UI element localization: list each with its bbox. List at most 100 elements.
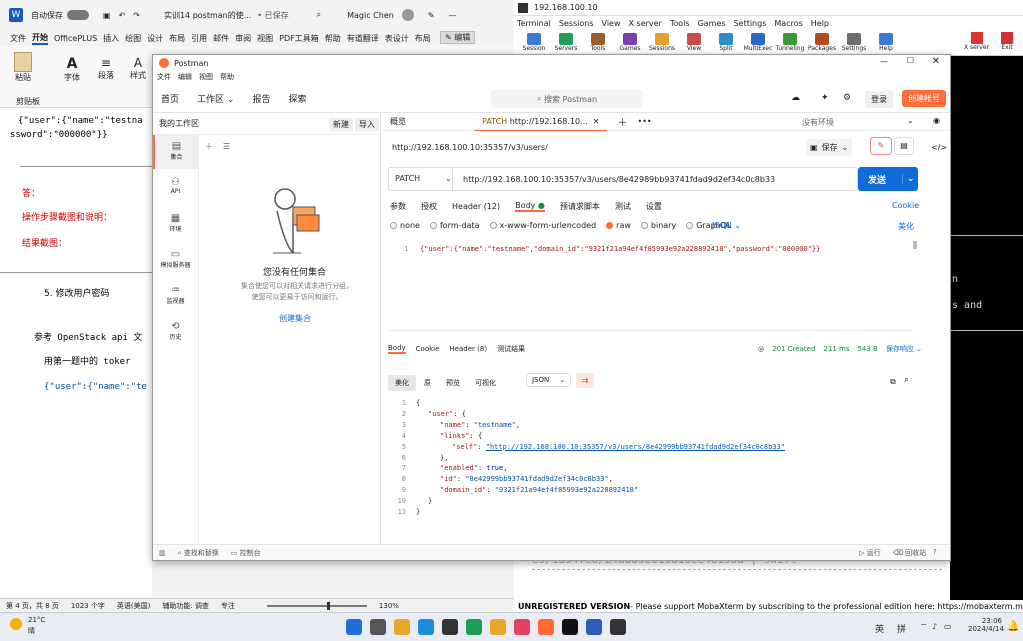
moba-menu-item[interactable]: Games — [698, 19, 726, 28]
login-button[interactable]: 登录 — [865, 91, 893, 108]
paragraph-group[interactable]: ≡ 段落 — [98, 56, 114, 81]
gear-icon[interactable]: ⚙ — [843, 93, 851, 103]
ribbon-tab[interactable]: 邮件 — [213, 33, 229, 44]
req-tab[interactable]: 测试 — [615, 201, 631, 212]
ribbon-tab[interactable]: 审阅 — [235, 33, 251, 44]
font-group[interactable]: A 字体 — [64, 56, 80, 83]
sidebar-item[interactable]: ▤ 集合 — [153, 135, 198, 169]
console-button[interactable]: ▭ 控制台 — [231, 548, 261, 558]
more-tabs-icon[interactable]: ••• — [637, 117, 651, 126]
wrap-icon[interactable]: ⇉ — [576, 373, 594, 388]
moba-menu-item[interactable]: Tools — [670, 19, 690, 28]
app-icon[interactable] — [514, 619, 530, 635]
req-tab[interactable]: 参数 — [390, 201, 406, 212]
edit-mode-button[interactable]: ✎ 编辑 — [440, 31, 476, 44]
moba-menu-item[interactable]: Macros — [774, 19, 802, 28]
word-document[interactable]: {"user":{"name":"testna ssword":"000000"}… — [0, 108, 152, 598]
sidebar-item[interactable]: ⚇ API — [153, 171, 198, 205]
moba-tool-button[interactable]: View — [678, 33, 710, 52]
maximize-icon[interactable]: ☐ — [907, 56, 914, 65]
language[interactable]: 英语(美国) — [117, 601, 150, 611]
search-icon[interactable]: ⌕ — [317, 10, 321, 20]
req-tab[interactable]: 预请求脚本 — [560, 201, 600, 212]
tiktok-icon[interactable] — [562, 619, 578, 635]
trash-button[interactable]: ⌫ 回收站 — [893, 548, 926, 558]
terminal-prompt[interactable]: [root@controller ~]# — [532, 578, 705, 593]
edit-icon[interactable]: ✎ — [870, 137, 892, 155]
undo-icon[interactable]: ↶ — [119, 11, 126, 20]
moba-tool-button[interactable]: MultiExec — [742, 33, 774, 52]
clock[interactable]: 23:06 2024/4/14 — [968, 617, 1004, 633]
ribbon-tab[interactable]: 插入 — [103, 33, 119, 44]
ribbon-tab[interactable]: 引用 — [191, 33, 207, 44]
ribbon-tab[interactable]: 绘图 — [125, 33, 141, 44]
ribbon-tab[interactable]: OfficePLUS — [54, 34, 97, 43]
close-icon[interactable]: ✕ — [932, 56, 940, 67]
terminal[interactable]: in ts and — [950, 56, 1023, 600]
request-body-editor[interactable]: 1 {"user":{"name":"testname","domain_id"… — [388, 239, 917, 331]
wechat-icon[interactable] — [466, 619, 482, 635]
zoom-level[interactable]: 130% — [379, 602, 399, 610]
redo-icon[interactable]: ↷ — [133, 11, 140, 20]
body-type-radio[interactable]: binary — [640, 221, 676, 230]
resp-tab[interactable]: Body — [388, 344, 406, 354]
create-collection-link[interactable]: 创建集合 — [279, 313, 311, 324]
runner-button[interactable]: ▷ 运行 — [859, 548, 881, 558]
moba-tool-button[interactable]: Games — [614, 33, 646, 52]
zoom-slider[interactable] — [266, 601, 367, 610]
moba-tool-button[interactable]: Tunneling — [774, 33, 806, 52]
view-tab[interactable]: 可视化 — [468, 375, 503, 391]
req-tab[interactable]: 授权 — [421, 201, 437, 212]
ribbon-tab[interactable]: 设计 — [147, 33, 163, 44]
ime-mode[interactable]: 拼 — [897, 622, 906, 635]
eye-icon[interactable]: ◉ — [933, 116, 940, 125]
environment-select[interactable]: 没有环境 — [802, 117, 834, 128]
doc-icon[interactable]: ▤ — [894, 137, 914, 155]
moba-icon[interactable] — [610, 619, 626, 635]
tab-request[interactable]: PATCH http://192.168.10... ✕ — [474, 113, 608, 131]
new-tab-icon[interactable]: ＋ — [617, 114, 627, 129]
moba-menu-item[interactable]: X server — [629, 19, 662, 28]
sidebar-toggle-icon[interactable]: ▥ — [159, 549, 166, 557]
minimize-icon[interactable]: — — [880, 57, 888, 66]
pen-icon[interactable]: ✎ — [428, 11, 435, 20]
wifi-icon[interactable]: ⌔ — [920, 622, 928, 632]
sidebar-item[interactable]: ▦ 环境 — [153, 207, 198, 241]
file-explorer-icon[interactable] — [394, 619, 410, 635]
battery-icon[interactable]: ▭ — [944, 622, 952, 631]
moba-tool-button[interactable]: Servers — [550, 33, 582, 52]
view-tab[interactable]: 原 — [417, 375, 438, 391]
save-response-button[interactable]: 保存响应 ⌄ — [886, 344, 922, 354]
method-select[interactable]: PATCH ⌄ — [389, 168, 453, 190]
import-button[interactable]: 导入 — [355, 118, 379, 131]
search-response-icon[interactable]: ⌕ — [904, 375, 909, 385]
ribbon-tab[interactable]: 开始 — [32, 32, 48, 45]
moba-menu-item[interactable]: Help — [811, 19, 829, 28]
beautify-button[interactable]: 美化 — [898, 221, 914, 232]
cloud-icon[interactable]: ☁ — [791, 93, 800, 103]
ribbon-tab[interactable]: 有道翻译 — [347, 33, 379, 44]
moba-tool-button[interactable]: Exit — [1001, 32, 1014, 51]
url-input[interactable]: http://192.168.100.10:35357/v3/users/8e4… — [453, 175, 775, 184]
search-icon[interactable] — [370, 619, 386, 635]
moba-tool-button[interactable]: Tools — [582, 33, 614, 52]
moba-menu-item[interactable]: Terminal — [517, 19, 551, 28]
sidebar-item[interactable]: ▭ 模拟服务器 — [153, 243, 198, 277]
response-body[interactable]: 1{2 "user": {3 "name": "testname", 4 "links"… — [388, 399, 914, 534]
send-button[interactable]: 发送 ⌄ — [858, 167, 918, 191]
json-select[interactable]: JSON ⌄ — [712, 221, 741, 230]
body-type-radio[interactable]: raw — [606, 221, 631, 230]
start-icon[interactable] — [346, 619, 362, 635]
save-icon[interactable]: ▣ — [103, 11, 111, 20]
req-tab[interactable]: Header (12) — [452, 202, 500, 211]
menu-item[interactable]: 视图 — [199, 72, 213, 82]
view-tab[interactable]: 预览 — [439, 375, 467, 391]
new-button[interactable]: 新建 — [329, 118, 353, 131]
focus-button[interactable]: 专注 — [221, 601, 235, 611]
ribbon-tab[interactable]: 表设计 — [385, 33, 409, 44]
moba-menu-item[interactable]: View — [602, 19, 621, 28]
filter-icon[interactable]: ☰ — [223, 142, 230, 151]
nav-0[interactable]: 首页 — [161, 92, 179, 105]
add-icon[interactable]: ＋ — [205, 141, 213, 152]
ribbon-tab[interactable]: PDF工具箱 — [279, 33, 319, 44]
